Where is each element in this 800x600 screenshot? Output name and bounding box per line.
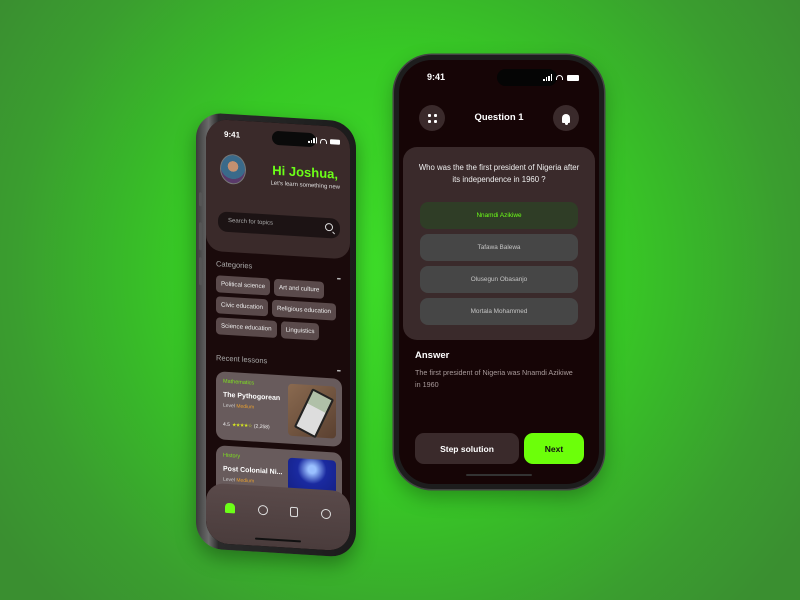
status-bar: 9:41: [427, 69, 579, 86]
volume-up-button: [199, 222, 202, 251]
wifi-icon: [556, 75, 563, 80]
step-solution-button[interactable]: Step solution: [415, 433, 519, 464]
lesson-title: The Pythogorean: [223, 391, 281, 403]
answer-title: Answer: [415, 350, 450, 361]
lesson-subject: Mathematics: [223, 378, 255, 387]
star-icons: ★★★★☆: [231, 422, 252, 430]
rating-value: 4.5: [223, 421, 230, 429]
bell-icon: [562, 113, 570, 125]
book-icon[interactable]: [290, 506, 299, 518]
level-value: Medium: [236, 403, 255, 411]
recent-more-icon[interactable]: •••: [337, 369, 340, 375]
user-icon[interactable]: [320, 508, 331, 520]
battery-icon: [330, 138, 340, 145]
status-time: 9:41: [224, 129, 241, 140]
categories-title: Categories: [216, 259, 253, 271]
home-indicator: [466, 474, 532, 476]
bottom-nav: [206, 482, 350, 552]
recent-lessons-title: Recent lessons: [216, 353, 268, 366]
category-chip[interactable]: Science education: [216, 317, 277, 338]
home-phone: 9:41 Hi Joshua, Let's learn something ne…: [196, 112, 356, 558]
level-label: Level: [223, 402, 235, 410]
volume-down-button: [199, 257, 202, 286]
search-icon[interactable]: [257, 504, 268, 516]
quiz-phone: 9:41 Question 1 Who was the the first pr…: [394, 55, 604, 489]
level-label: Level: [223, 476, 235, 484]
category-chip[interactable]: Linguistics: [280, 321, 320, 341]
mute-switch: [199, 192, 202, 207]
categories-list: Political science Art and culture Civic …: [216, 275, 342, 342]
lesson-title: Post Colonial Ni...: [223, 465, 283, 477]
battery-icon: [567, 74, 579, 81]
category-chip[interactable]: Civic education: [216, 296, 268, 317]
next-button[interactable]: Next: [524, 433, 584, 464]
status-bar: 9:41: [224, 130, 340, 149]
home-indicator: [255, 537, 301, 543]
home-header: 9:41 Hi Joshua, Let's learn something ne…: [206, 118, 350, 260]
wifi-icon: [320, 138, 327, 144]
lesson-level: Level Medium: [223, 403, 254, 411]
answer-option[interactable]: Tafawa Balewa: [420, 234, 578, 261]
question-card: Who was the the first president of Niger…: [403, 147, 595, 340]
answer-text: The first president of Nigeria was Nnamd…: [415, 368, 573, 389]
lesson-subject: History: [223, 452, 241, 460]
answer-option-correct[interactable]: Nnamdi Azikiwe: [420, 202, 578, 229]
category-chip[interactable]: Religious education: [271, 299, 336, 321]
home-icon[interactable]: [225, 502, 236, 514]
avatar[interactable]: [220, 153, 246, 186]
answer-option[interactable]: Olusegun Obasanjo: [420, 266, 578, 293]
notification-button[interactable]: [553, 105, 579, 131]
level-value: Medium: [236, 477, 255, 485]
home-screen: 9:41 Hi Joshua, Let's learn something ne…: [206, 118, 350, 552]
lesson-rating: 4.5 ★★★★☆ (2,258): [223, 422, 270, 431]
category-chip[interactable]: Political science: [216, 275, 271, 296]
quiz-screen: 9:41 Question 1 Who was the the first pr…: [399, 60, 599, 484]
calculator-image: [288, 383, 336, 439]
search-input[interactable]: Search for topics: [218, 211, 340, 239]
question-text: Who was the the first president of Niger…: [418, 163, 580, 184]
greeting: Hi Joshua,: [272, 162, 338, 182]
search-placeholder: Search for topics: [228, 217, 274, 227]
lesson-card[interactable]: Mathematics The Pythogorean Level Medium…: [216, 371, 342, 447]
category-chip[interactable]: Art and culture: [274, 278, 325, 299]
answer-option[interactable]: Mortala Mohammed: [420, 298, 578, 325]
status-time: 9:41: [427, 72, 446, 82]
signal-icon: [308, 137, 317, 144]
signal-icon: [543, 74, 552, 81]
review-count: (2,258): [253, 423, 270, 431]
greeting-subtitle: Let's learn something new: [270, 180, 340, 191]
search-icon[interactable]: [325, 222, 333, 232]
home-phone-frame: 9:41 Hi Joshua, Let's learn something ne…: [196, 112, 356, 558]
